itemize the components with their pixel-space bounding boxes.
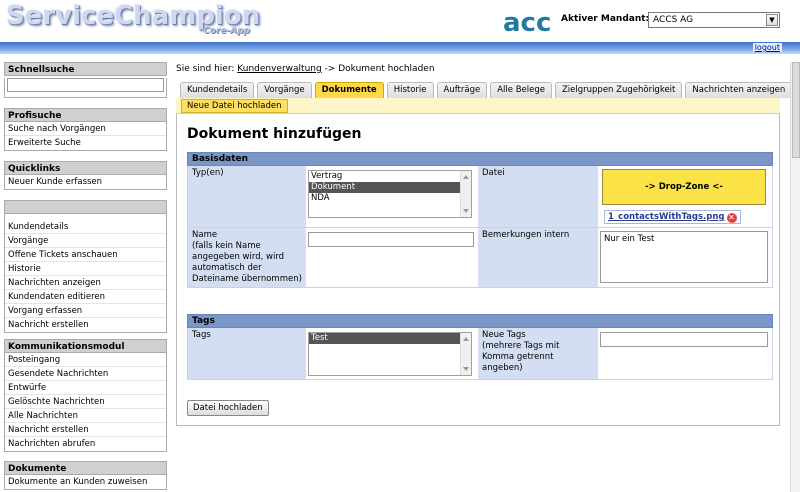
page-scrollbar[interactable]: [790, 62, 800, 492]
basisdaten-row-1: Typ(en) Vertrag Dokument NDA Datei -> Dr…: [187, 166, 773, 228]
tags-scrollbar[interactable]: [460, 333, 471, 375]
tab-nachrichten-anzeigen[interactable]: Nachrichten anzeigen: [685, 82, 793, 98]
typ-scrollbar[interactable]: [460, 171, 471, 217]
bemerkungen-textarea[interactable]: Nur ein Test: [600, 231, 768, 283]
sidebar-item-nachrichten-abrufen[interactable]: Nachrichten abrufen: [5, 437, 166, 451]
tab-alle-belege[interactable]: Alle Belege: [490, 82, 552, 98]
quicksearch-title: Schnellsuche: [4, 62, 167, 76]
name-label-cell: Name (falls kein Name angegeben wird, wi…: [188, 228, 306, 287]
profisuche-title: Profisuche: [4, 108, 167, 122]
upload-button[interactable]: Datei hochladen: [187, 400, 269, 416]
sidebar-item-alle-nachrichten[interactable]: Alle Nachrichten: [5, 409, 166, 423]
name-hint: (falls kein Name angegeben wird, wird au…: [192, 241, 302, 284]
breadcrumb-link-kundenverwaltung[interactable]: Kundenverwaltung: [237, 64, 321, 74]
tab-dokumente[interactable]: Dokumente: [314, 82, 384, 98]
breadcrumb-current: -> Dokument hochladen: [324, 64, 435, 74]
sidebar-item-vorgang-erfassen[interactable]: Vorgang erfassen: [5, 304, 166, 318]
customer-menu-title: [4, 200, 167, 214]
subtab-bar: Neue Datei hochladen: [176, 98, 780, 114]
sidebar-item-posteingang[interactable]: Posteingang: [5, 353, 166, 367]
top-bar: [0, 42, 800, 54]
logout-link[interactable]: logout: [752, 43, 782, 52]
basisdaten-row-2: Name (falls kein Name angegeben wird, wi…: [187, 228, 773, 288]
basisdaten-title: Basisdaten: [187, 152, 773, 166]
dokumente-list: Dokumente an Kunden zuweisen: [4, 475, 167, 490]
sidebar-item-nachricht-erstellen-2[interactable]: Nachricht erstellen: [5, 423, 166, 437]
tags-option-test[interactable]: Test: [309, 333, 471, 344]
neue-tags-input[interactable]: [600, 332, 768, 347]
sidebar-item-suche-vorgaenge[interactable]: Suche nach Vorgängen: [5, 122, 166, 136]
file-name[interactable]: 1_contactsWithTags.png: [608, 212, 725, 222]
bemerkungen-label: Bemerkungen intern: [478, 228, 598, 287]
typ-option-nda[interactable]: NDA: [309, 193, 471, 204]
service-champion-logo: ServiceChampion Core-App: [6, 2, 260, 40]
quicklinks-list: Neuer Kunde erfassen: [4, 175, 167, 190]
main-content: Sie sind hier: Kundenverwaltung -> Dokum…: [176, 62, 793, 426]
acc-logo-icon: acc: [503, 9, 551, 35]
sidebar-item-neuer-kunde[interactable]: Neuer Kunde erfassen: [5, 175, 166, 189]
file-chip[interactable]: 1_contactsWithTags.png ✕: [604, 210, 741, 224]
typ-option-vertrag[interactable]: Vertrag: [309, 171, 471, 182]
tab-auftraege[interactable]: Aufträge: [436, 82, 488, 98]
tags-title: Tags: [187, 314, 773, 328]
dokumente-title: Dokumente: [4, 461, 167, 475]
tab-bar: Kundendetails Vorgänge Dokumente Histori…: [180, 82, 795, 98]
quicklinks-title: Quicklinks: [4, 161, 167, 175]
neue-tags-label-cell: Neue Tags (mehrere Tags mit Komma getren…: [478, 328, 598, 379]
sidebar-item-kundendetails[interactable]: Kundendetails: [5, 220, 166, 234]
page-title: Dokument hinzufügen: [187, 126, 362, 142]
sidebar-item-vorgaenge[interactable]: Vorgänge: [5, 234, 166, 248]
neue-tags-hint: (mehrere Tags mit Komma getrennt angeben…: [482, 341, 560, 373]
sidebar-item-historie[interactable]: Historie: [5, 262, 166, 276]
typ-option-dokument[interactable]: Dokument: [309, 182, 471, 193]
sidebar-item-erweiterte-suche[interactable]: Erweiterte Suche: [5, 136, 166, 150]
name-input[interactable]: [308, 232, 474, 247]
name-label: Name: [192, 230, 218, 240]
tab-kundendetails[interactable]: Kundendetails: [180, 82, 255, 98]
document-panel: Dokument hinzufügen Basisdaten Typ(en) V…: [176, 114, 780, 426]
breadcrumb: Sie sind hier: Kundenverwaltung -> Dokum…: [176, 62, 780, 78]
quicksearch-input[interactable]: [7, 78, 164, 92]
breadcrumb-prefix: Sie sind hier:: [176, 64, 235, 74]
quicksearch-box: [4, 78, 167, 98]
drop-zone[interactable]: -> Drop-Zone <-: [602, 169, 766, 205]
mandant-label: Aktiver Mandant:: [561, 14, 650, 24]
sidebar-item-nachricht-erstellen[interactable]: Nachricht erstellen: [5, 318, 166, 332]
tags-listbox[interactable]: Test: [308, 332, 472, 376]
typ-listbox[interactable]: Vertrag Dokument NDA: [308, 170, 472, 218]
basisdaten-section: Basisdaten Typ(en) Vertrag Dokument NDA …: [187, 152, 773, 288]
sidebar-item-offene-tickets[interactable]: Offene Tickets anschauen: [5, 248, 166, 262]
kommunikation-list: Posteingang Gesendete Nachrichten Entwür…: [4, 353, 167, 452]
datei-label: Datei: [478, 166, 598, 227]
app-header: ServiceChampion Core-App acc Aktiver Man…: [0, 0, 800, 42]
tags-section: Tags Tags Test Neue Tags (mehrere Tags m…: [187, 314, 773, 380]
page-scrollbar-thumb[interactable]: [792, 62, 800, 158]
tab-historie[interactable]: Historie: [386, 82, 434, 98]
sidebar-item-entwuerfe[interactable]: Entwürfe: [5, 381, 166, 395]
logo-subtext: Core-App: [203, 26, 250, 36]
customer-menu-list: Kundendetails Vorgänge Offene Tickets an…: [4, 214, 167, 333]
neue-tags-label: Neue Tags: [482, 330, 526, 340]
tags-row: Tags Test Neue Tags (mehrere Tags mit Ko…: [187, 328, 773, 380]
sidebar-item-gesendete[interactable]: Gesendete Nachrichten: [5, 367, 166, 381]
mandant-value: ACCS AG: [653, 15, 694, 25]
tab-zielgruppen[interactable]: Zielgruppen Zugehörigkeit: [554, 82, 683, 98]
sidebar-item-dokumente-zuweisen[interactable]: Dokumente an Kunden zuweisen: [5, 475, 166, 489]
mandant-select[interactable]: ACCS AG ▼: [648, 12, 780, 28]
sidebar-item-kundendaten-editieren[interactable]: Kundendaten editieren: [5, 290, 166, 304]
kommunikation-title: Kommunikationsmodul: [4, 339, 167, 353]
chevron-down-icon[interactable]: ▼: [766, 14, 778, 26]
profisuche-list: Suche nach Vorgängen Erweiterte Suche: [4, 122, 167, 151]
tab-vorgaenge[interactable]: Vorgänge: [257, 82, 312, 98]
sidebar: Schnellsuche Profisuche Suche nach Vorgä…: [4, 62, 167, 490]
sidebar-item-nachrichten-anzeigen[interactable]: Nachrichten anzeigen: [5, 276, 166, 290]
subtab-neue-datei[interactable]: Neue Datei hochladen: [181, 99, 288, 113]
delete-file-icon[interactable]: ✕: [726, 213, 737, 223]
acc-brand-text: acc: [503, 9, 551, 35]
typ-label: Typ(en): [188, 166, 306, 227]
sidebar-item-geloeschte[interactable]: Gelöschte Nachrichten: [5, 395, 166, 409]
tags-label: Tags: [188, 328, 306, 379]
